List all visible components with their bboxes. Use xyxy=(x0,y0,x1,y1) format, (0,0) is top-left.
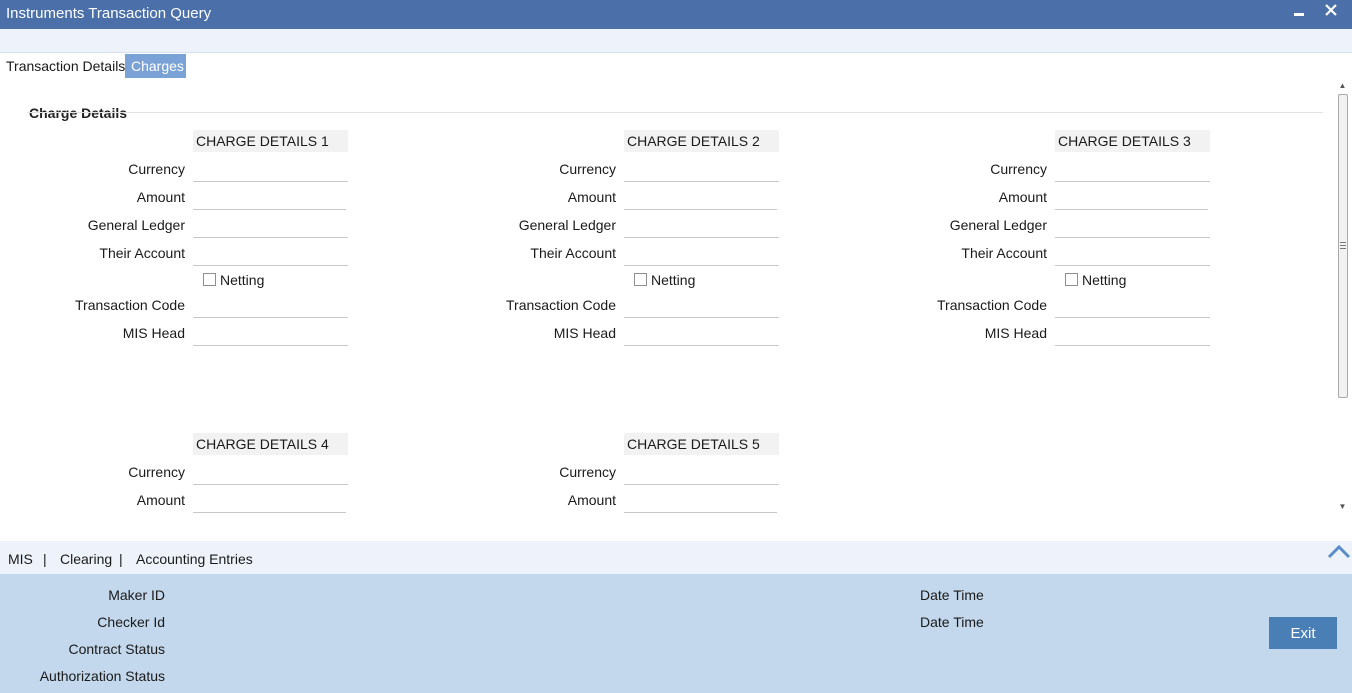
currency-field[interactable] xyxy=(193,158,348,182)
link-accounting-entries[interactable]: Accounting Entries xyxy=(136,551,253,567)
window-title: Instruments Transaction Query xyxy=(6,5,212,22)
transaction-code-label: Transaction Code xyxy=(75,297,185,313)
currency-label: Currency xyxy=(559,161,616,177)
maker-id-label: Maker ID xyxy=(108,587,165,603)
scroll-grip-icon xyxy=(1340,242,1346,249)
general-ledger-label: General Ledger xyxy=(518,217,616,233)
currency-label: Currency xyxy=(128,464,185,480)
charge-details-block-5: CHARGE DETAILS 5 Currency Amount xyxy=(436,433,806,513)
amount-label: Amount xyxy=(567,189,616,205)
netting-checkbox[interactable] xyxy=(634,273,647,286)
charge-details-title: CHARGE DETAILS 2 xyxy=(624,130,779,152)
currency-field[interactable] xyxy=(1055,158,1210,182)
charges-panel: Charge Details CHARGE DETAILS 1 Currency… xyxy=(1,78,1334,541)
amount-label: Amount xyxy=(136,492,185,508)
charge-details-block-2: CHARGE DETAILS 2 Currency Amount General… xyxy=(436,130,806,360)
netting-label: Netting xyxy=(1082,272,1127,288)
scroll-thumb[interactable] xyxy=(1338,94,1348,398)
general-ledger-label: General Ledger xyxy=(87,217,185,233)
scroll-up-icon[interactable]: ▲ xyxy=(1334,78,1351,94)
transaction-code-label: Transaction Code xyxy=(937,297,1047,313)
amount-field[interactable] xyxy=(624,186,777,210)
links-bar: MIS | Clearing | Accounting Entries xyxy=(0,541,1352,574)
their-account-label: Their Account xyxy=(961,245,1047,261)
amount-field[interactable] xyxy=(193,186,346,210)
currency-field[interactable] xyxy=(624,158,779,182)
netting-checkbox[interactable] xyxy=(203,273,216,286)
contract-status-label: Contract Status xyxy=(68,641,166,657)
minimize-icon[interactable] xyxy=(1293,3,1305,25)
exit-button[interactable]: Exit xyxy=(1269,617,1337,649)
checker-id-label: Checker Id xyxy=(97,614,165,630)
general-ledger-label: General Ledger xyxy=(949,217,1047,233)
currency-label: Currency xyxy=(990,161,1047,177)
charge-details-block-4: CHARGE DETAILS 4 Currency Amount xyxy=(5,433,375,513)
transaction-code-label: Transaction Code xyxy=(506,297,616,313)
tab-transaction-details[interactable]: Transaction Details xyxy=(0,54,132,78)
amount-label: Amount xyxy=(567,492,616,508)
authorization-status-label: Authorization Status xyxy=(39,668,165,684)
section-divider xyxy=(27,112,1323,113)
tab-charges[interactable]: Charges xyxy=(125,54,186,78)
charge-details-title: CHARGE DETAILS 1 xyxy=(193,130,348,152)
general-ledger-field[interactable] xyxy=(193,214,348,238)
toolbar-strip xyxy=(0,29,1352,53)
netting-label: Netting xyxy=(651,272,696,288)
maker-date-time-label: Date Time xyxy=(920,587,984,603)
mis-head-field[interactable] xyxy=(624,322,779,346)
section-header-charge-details: Charge Details xyxy=(29,105,128,121)
chevron-up-icon[interactable] xyxy=(1326,541,1352,563)
transaction-code-field[interactable] xyxy=(1055,294,1210,318)
mis-head-label: MIS Head xyxy=(122,325,185,341)
charge-details-title: CHARGE DETAILS 3 xyxy=(1055,130,1210,152)
currency-field[interactable] xyxy=(193,461,348,485)
currency-label: Currency xyxy=(559,464,616,480)
transaction-code-field[interactable] xyxy=(624,294,779,318)
vertical-scrollbar[interactable]: ▲ ▼ xyxy=(1334,78,1351,515)
checker-date-time-label: Date Time xyxy=(920,614,984,630)
charge-details-title: CHARGE DETAILS 4 xyxy=(193,433,348,455)
currency-field[interactable] xyxy=(624,461,779,485)
amount-field[interactable] xyxy=(193,489,346,513)
transaction-code-field[interactable] xyxy=(193,294,348,318)
scroll-down-icon[interactable]: ▼ xyxy=(1334,499,1351,515)
link-separator: | xyxy=(119,551,123,567)
audit-footer: Maker ID Checker Id Contract Status Auth… xyxy=(0,574,1352,693)
their-account-label: Their Account xyxy=(99,245,185,261)
charge-details-block-3: CHARGE DETAILS 3 Currency Amount General… xyxy=(867,130,1237,360)
amount-field[interactable] xyxy=(624,489,777,513)
netting-checkbox[interactable] xyxy=(1065,273,1078,286)
close-icon[interactable] xyxy=(1324,1,1338,21)
title-bar: Instruments Transaction Query xyxy=(0,0,1352,29)
link-separator: | xyxy=(43,551,47,567)
amount-label: Amount xyxy=(998,189,1047,205)
mis-head-field[interactable] xyxy=(193,322,348,346)
charge-details-block-1: CHARGE DETAILS 1 Currency Amount General… xyxy=(5,130,375,360)
link-mis[interactable]: MIS xyxy=(8,551,33,567)
currency-label: Currency xyxy=(128,161,185,177)
their-account-field[interactable] xyxy=(193,242,348,266)
amount-field[interactable] xyxy=(1055,186,1208,210)
link-clearing[interactable]: Clearing xyxy=(60,551,112,567)
their-account-label: Their Account xyxy=(530,245,616,261)
scroll-track[interactable] xyxy=(1338,94,1348,499)
mis-head-field[interactable] xyxy=(1055,322,1210,346)
mis-head-label: MIS Head xyxy=(984,325,1047,341)
general-ledger-field[interactable] xyxy=(624,214,779,238)
amount-label: Amount xyxy=(136,189,185,205)
general-ledger-field[interactable] xyxy=(1055,214,1210,238)
charge-details-title: CHARGE DETAILS 5 xyxy=(624,433,779,455)
their-account-field[interactable] xyxy=(1055,242,1210,266)
their-account-field[interactable] xyxy=(624,242,779,266)
netting-label: Netting xyxy=(220,272,265,288)
mis-head-label: MIS Head xyxy=(553,325,616,341)
